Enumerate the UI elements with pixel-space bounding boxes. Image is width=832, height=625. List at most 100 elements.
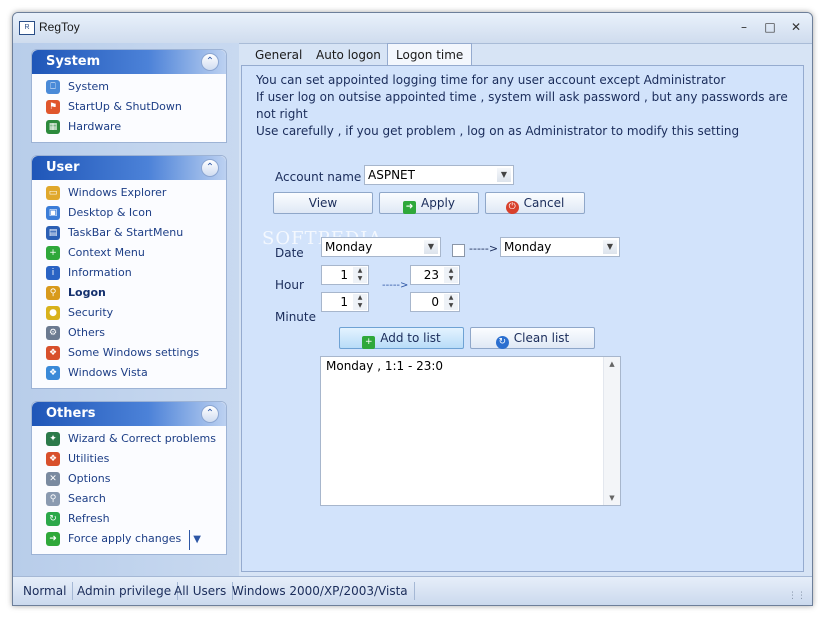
date-to-value: Monday <box>504 240 552 254</box>
refresh-icon: ↻ <box>46 512 60 526</box>
taskbar-icon: ▤ <box>46 226 60 240</box>
time-list[interactable]: Monday , 1:1 - 23:0 ▲ ▼ <box>320 356 621 506</box>
scroll-up-icon[interactable]: ▲ <box>604 360 620 368</box>
sidebar-item-windows-explorer[interactable]: ▭ Windows Explorer <box>32 183 226 203</box>
sidebar: System ⌃ ⎕ System ⚑ StartUp & ShutDown ▦ Hard… <box>13 43 239 577</box>
minute-from-stepper[interactable]: 1 ▲ ▼ <box>321 292 369 312</box>
wizard-icon: ✦ <box>46 432 60 446</box>
desktop-icon: ▣ <box>46 206 60 220</box>
plus-icon: + <box>46 246 60 260</box>
panel-user: User ⌃ ▭ Windows Explorer ▣ Desktop & Icon ▤… <box>31 155 227 389</box>
status-users: All Users <box>168 582 234 600</box>
cancel-icon: ⏻ <box>505 201 519 214</box>
minute-label: Minute <box>275 310 316 324</box>
date-from-select[interactable]: Monday ▼ <box>321 237 441 257</box>
sidebar-item-information[interactable]: i Information <box>32 263 226 283</box>
date-to-select[interactable]: Monday ▼ <box>500 237 620 257</box>
info-text: You can set appointed logging time for a… <box>256 72 803 140</box>
sidebar-item-label: Some Windows settings <box>68 346 200 359</box>
tab-general[interactable]: General <box>247 45 310 65</box>
sidebar-item-label: Desktop & Icon <box>68 206 152 219</box>
sidebar-item-label: Force apply changes <box>68 532 182 545</box>
time-range-arrow: -----> <box>382 280 409 291</box>
title-bar[interactable]: R RegToy – □ ✕ <box>13 13 812 44</box>
hour-to-value: 23 <box>423 268 439 282</box>
cancel-button[interactable]: ⏻ Cancel <box>485 192 585 214</box>
spin-up-icon[interactable]: ▲ <box>353 267 367 275</box>
sidebar-item-utilities[interactable]: ❖ Utilities <box>32 449 226 469</box>
account-name-select[interactable]: ASPNET ▼ <box>364 165 514 185</box>
windows-flag-icon: ⚑ <box>46 100 60 114</box>
date-from-value: Monday <box>325 240 373 254</box>
chevron-down-icon[interactable]: ▼ <box>189 530 201 550</box>
sidebar-item-refresh[interactable]: ↻ Refresh <box>32 509 226 529</box>
spin-down-icon[interactable]: ▼ <box>444 302 458 310</box>
sidebar-item-wizard-correct-problems[interactable]: ✦ Wizard & Correct problems <box>32 429 226 449</box>
sidebar-item-logon[interactable]: ⚲ Logon <box>32 283 226 303</box>
add-to-list-button[interactable]: + Add to list <box>339 327 464 349</box>
collapse-icon[interactable]: ⌃ <box>201 159 219 177</box>
hour-to-stepper[interactable]: 23 ▲ ▼ <box>410 265 460 285</box>
scroll-down-icon[interactable]: ▼ <box>604 494 620 502</box>
spin-down-icon[interactable]: ▼ <box>353 302 367 310</box>
sidebar-item-search[interactable]: ⚲ Search <box>32 489 226 509</box>
sidebar-item-force-apply-changes[interactable]: ➜ Force apply changes ▼ <box>32 529 226 550</box>
sidebar-item-label: Options <box>68 472 111 485</box>
view-button[interactable]: View <box>273 192 373 214</box>
spin-down-icon[interactable]: ▼ <box>353 275 367 283</box>
collapse-icon[interactable]: ⌃ <box>201 405 219 423</box>
close-button[interactable]: ✕ <box>787 19 805 35</box>
spin-up-icon[interactable]: ▲ <box>444 294 458 302</box>
sidebar-item-hardware[interactable]: ▦ Hardware <box>32 117 226 137</box>
range-arrow: -----> <box>469 242 499 255</box>
windows-logo-icon: ❖ <box>46 366 60 380</box>
folder-icon: ▭ <box>46 186 60 200</box>
hour-from-stepper[interactable]: 1 ▲ ▼ <box>321 265 369 285</box>
panel-system-header[interactable]: System ⌃ <box>32 50 226 74</box>
panel-system-title: System <box>46 54 101 69</box>
spin-down-icon[interactable]: ▼ <box>444 275 458 283</box>
sidebar-item-context-menu[interactable]: + Context Menu <box>32 243 226 263</box>
account-name-value: ASPNET <box>368 168 415 182</box>
minute-from-value: 1 <box>340 295 348 309</box>
key-icon: ⚲ <box>46 286 60 300</box>
sidebar-item-taskbar-startmenu[interactable]: ▤ TaskBar & StartMenu <box>32 223 226 243</box>
sidebar-item-label: Wizard & Correct problems <box>68 432 216 445</box>
sidebar-item-security[interactable]: ● Security <box>32 303 226 323</box>
panel-others-header[interactable]: Others ⌃ <box>32 402 226 426</box>
date-range-checkbox[interactable] <box>452 244 465 257</box>
sidebar-item-startup-shutdown[interactable]: ⚑ StartUp & ShutDown <box>32 97 226 117</box>
panel-user-header[interactable]: User ⌃ <box>32 156 226 180</box>
sidebar-item-some-windows-settings[interactable]: ❖ Some Windows settings <box>32 343 226 363</box>
clean-list-button[interactable]: ↻ Clean list <box>470 327 595 349</box>
date-label: Date <box>275 246 304 260</box>
panel-system: System ⌃ ⎕ System ⚑ StartUp & ShutDown ▦ Hard… <box>31 49 227 143</box>
chevron-down-icon[interactable]: ▼ <box>497 168 511 182</box>
list-scrollbar[interactable]: ▲ ▼ <box>603 357 620 505</box>
app-window: R RegToy – □ ✕ System ⌃ ⎕ System ⚑ StartUp … <box>12 12 813 606</box>
tab-auto-logon[interactable]: Auto logon <box>308 45 389 65</box>
spin-up-icon[interactable]: ▲ <box>444 267 458 275</box>
maximize-button[interactable]: □ <box>761 19 779 35</box>
sidebar-item-desktop-icon[interactable]: ▣ Desktop & Icon <box>32 203 226 223</box>
resize-grip-icon[interactable]: ⋮⋮ <box>788 591 806 601</box>
sidebar-item-label: Security <box>68 306 114 319</box>
sidebar-item-system[interactable]: ⎕ System <box>32 77 226 97</box>
sidebar-item-windows-vista[interactable]: ❖ Windows Vista <box>32 363 226 383</box>
minute-to-stepper[interactable]: 0 ▲ ▼ <box>410 292 460 312</box>
collapse-icon[interactable]: ⌃ <box>201 53 219 71</box>
sidebar-item-label: TaskBar & StartMenu <box>68 226 184 239</box>
minimize-button[interactable]: – <box>735 19 753 35</box>
list-item[interactable]: Monday , 1:1 - 23:0 <box>321 357 620 375</box>
sidebar-item-options[interactable]: ✕ Options <box>32 469 226 489</box>
tab-logon-time[interactable]: Logon time <box>387 43 473 66</box>
apply-button[interactable]: ➜ Apply <box>379 192 479 214</box>
search-icon: ⚲ <box>46 492 60 506</box>
lock-icon: ● <box>46 306 60 320</box>
spin-up-icon[interactable]: ▲ <box>353 294 367 302</box>
chevron-down-icon[interactable]: ▼ <box>424 240 438 254</box>
sidebar-item-label: StartUp & ShutDown <box>68 100 182 113</box>
chevron-down-icon[interactable]: ▼ <box>603 240 617 254</box>
sidebar-item-others[interactable]: ⚙ Others <box>32 323 226 343</box>
status-privilege: Admin privilege <box>71 582 179 600</box>
